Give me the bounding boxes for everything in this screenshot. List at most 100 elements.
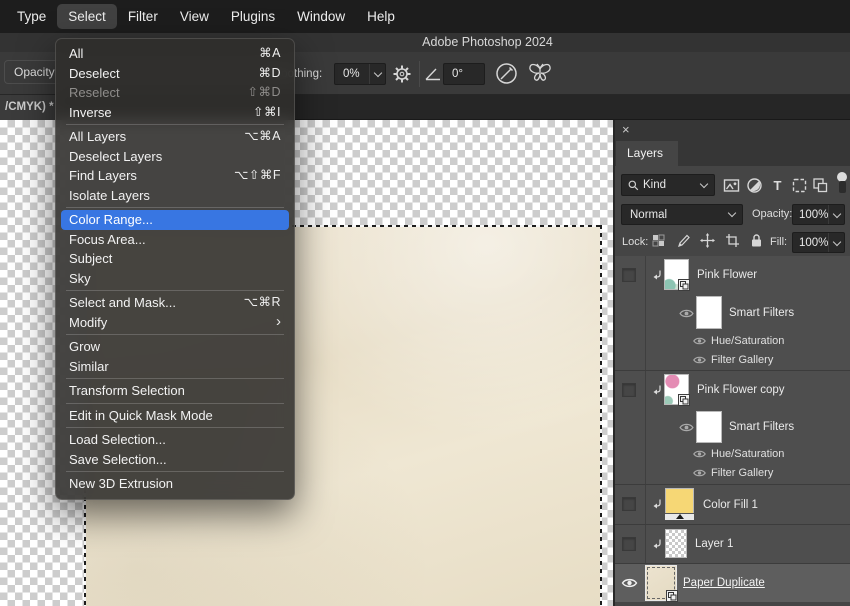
menu-separator — [66, 402, 284, 404]
smart-filter-mask-thumbnail[interactable] — [696, 411, 722, 443]
opacity-dropdown[interactable]: 100% — [792, 204, 845, 225]
filter-kind-dropdown[interactable]: Kind — [621, 174, 715, 196]
panel-tab-row: Layers — [615, 141, 850, 166]
clip-arrow-icon — [653, 499, 661, 509]
menu-item-focus-area[interactable]: Focus Area... — [56, 230, 294, 250]
fill-layer-thumbnail[interactable] — [665, 488, 694, 520]
clip-arrow-icon — [653, 539, 661, 549]
brush-pressure-icon[interactable] — [494, 61, 519, 86]
menu-view[interactable]: View — [169, 4, 220, 29]
eye-icon[interactable] — [693, 355, 706, 365]
visibility-toggle[interactable] — [622, 497, 636, 511]
lock-label: Lock: — [622, 236, 649, 248]
layers-panel: × Layers Kind T Normal Opacity: 100% Loc… — [613, 120, 850, 606]
visibility-toggle[interactable] — [622, 537, 636, 551]
type-layer-filter-icon[interactable]: T — [769, 177, 786, 194]
layer-row-pink-flower[interactable]: Pink Flower — [615, 256, 850, 294]
menu-item-transform-selection[interactable]: Transform Selection — [56, 381, 294, 401]
eye-icon[interactable] — [693, 336, 706, 346]
angle-input[interactable]: 0° — [443, 63, 485, 85]
menu-filter[interactable]: Filter — [117, 4, 169, 29]
menu-item-all[interactable]: All ⌘A — [56, 44, 294, 64]
menu-item-sky[interactable]: Sky — [56, 269, 294, 289]
eye-icon[interactable] — [693, 449, 706, 459]
tab-layers[interactable]: Layers — [616, 141, 678, 166]
menu-item-grow[interactable]: Grow — [56, 337, 294, 357]
search-icon — [628, 180, 639, 190]
menu-plugins[interactable]: Plugins — [220, 4, 286, 29]
smoothing-dropdown[interactable]: 0% — [334, 63, 386, 85]
lock-position-icon[interactable] — [700, 233, 715, 248]
gear-icon[interactable] — [392, 64, 412, 84]
layer-row-hue-saturation[interactable]: Hue/Saturation — [615, 445, 850, 464]
layer-row-smart-filters[interactable]: Smart Filters — [615, 409, 850, 445]
menu-item-deselect[interactable]: Deselect ⌘D — [56, 64, 294, 84]
adjustment-layer-filter-icon[interactable] — [746, 177, 763, 194]
eye-icon[interactable] — [679, 422, 694, 433]
shape-layer-filter-icon[interactable] — [791, 177, 808, 194]
menu-help[interactable]: Help — [356, 4, 406, 29]
menu-item-inverse[interactable]: Inverse ⇧⌘I — [56, 103, 294, 123]
menu-type[interactable]: Type — [6, 4, 57, 29]
fill-label: Fill: — [770, 236, 788, 248]
smart-object-badge-icon — [666, 590, 678, 602]
layer-thumbnail[interactable] — [665, 529, 687, 558]
clip-arrow-icon — [653, 270, 661, 280]
layer-row-filter-gallery[interactable]: Filter Gallery — [615, 351, 850, 370]
visibility-toggle[interactable] — [622, 268, 636, 282]
blend-mode-dropdown[interactable]: Normal — [621, 204, 743, 225]
lock-artboard-icon[interactable] — [725, 233, 740, 248]
menu-item-modify[interactable]: Modify › — [56, 313, 294, 333]
layer-row-paper-duplicate[interactable]: Paper Duplicate — [615, 564, 850, 602]
smart-object-filter-icon[interactable] — [812, 177, 829, 194]
layer-thumbnail[interactable] — [664, 259, 690, 291]
layer-row-color-fill-1[interactable]: Color Fill 1 — [615, 485, 850, 524]
lock-all-icon[interactable] — [749, 233, 764, 248]
visibility-toggle[interactable] — [622, 383, 636, 397]
menu-item-load-selection[interactable]: Load Selection... — [56, 430, 294, 450]
menu-item-find-layers[interactable]: Find Layers ⌥⇧⌘F — [56, 166, 294, 186]
layer-thumbnail[interactable] — [645, 565, 678, 602]
lock-transparency-icon[interactable] — [651, 233, 666, 248]
menu-item-deselect-layers[interactable]: Deselect Layers — [56, 147, 294, 167]
menu-item-select-and-mask[interactable]: Select and Mask... ⌥⌘R — [56, 293, 294, 313]
layer-row-layer-1[interactable]: Layer 1 — [615, 525, 850, 563]
eye-icon[interactable] — [679, 308, 694, 319]
menu-separator — [66, 378, 284, 379]
menu-item-color-range[interactable]: Color Range... — [61, 210, 289, 230]
smart-object-badge-icon — [678, 394, 690, 406]
select-menu: All ⌘A Deselect ⌘D Reselect ⇧⌘D Inverse ⇧⌘I … — [55, 38, 295, 500]
menu-item-new-3d-extrusion[interactable]: New 3D Extrusion — [56, 474, 294, 494]
eye-icon[interactable] — [621, 577, 638, 589]
menu-item-reselect: Reselect ⇧⌘D — [69, 85, 281, 100]
menu-select[interactable]: Select — [57, 4, 117, 29]
eye-icon[interactable] — [693, 468, 706, 478]
layer-row-pink-flower-copy[interactable]: Pink Flower copy — [615, 371, 850, 409]
menu-window[interactable]: Window — [286, 4, 356, 29]
fill-slider-strip — [665, 513, 694, 520]
layer-row-hue-saturation[interactable]: Hue/Saturation — [615, 332, 850, 351]
pixel-layer-filter-icon[interactable] — [723, 177, 740, 194]
fill-dropdown[interactable]: 100% — [792, 232, 845, 253]
lock-paint-brush-icon[interactable] — [676, 233, 691, 248]
menu-item-isolate-layers[interactable]: Isolate Layers — [56, 186, 294, 206]
menu-bar: Type Select Filter View Plugins Window H… — [0, 0, 850, 33]
layer-row-filter-gallery[interactable]: Filter Gallery — [615, 464, 850, 483]
menu-separator — [66, 334, 284, 335]
symmetry-butterfly-icon[interactable] — [527, 61, 553, 86]
menu-item-similar[interactable]: Similar — [56, 357, 294, 377]
panel-header: × — [615, 120, 850, 141]
menu-item-subject[interactable]: Subject — [56, 249, 294, 269]
filter-toggle-switch[interactable] — [836, 172, 848, 194]
layer-thumbnail[interactable] — [664, 374, 690, 406]
layer-row-smart-filters[interactable]: Smart Filters — [615, 294, 850, 332]
menu-separator — [66, 427, 284, 428]
menu-separator — [66, 207, 284, 208]
smart-filter-mask-thumbnail[interactable] — [696, 296, 722, 329]
menu-item-all-layers[interactable]: All Layers ⌥⌘A — [56, 127, 294, 147]
layers-list: Pink Flower Smart Filters Hue/Saturation — [615, 256, 850, 603]
close-icon[interactable]: × — [622, 122, 630, 137]
menu-item-save-selection[interactable]: Save Selection... — [56, 450, 294, 470]
menu-item-edit-quick-mask[interactable]: Edit in Quick Mask Mode — [56, 406, 294, 426]
chevron-down-icon — [727, 208, 737, 218]
